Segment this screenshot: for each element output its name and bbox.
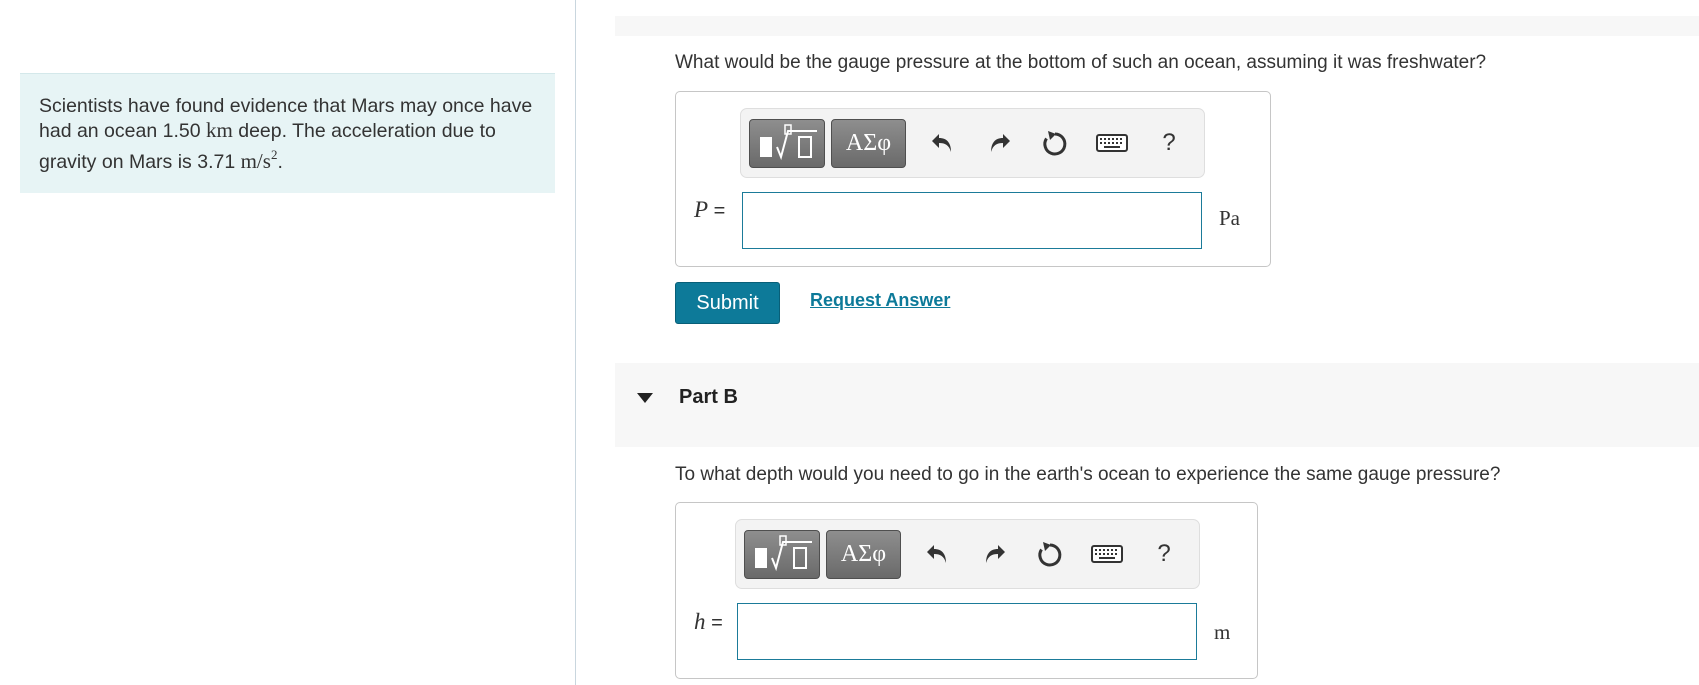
keyboard-icon — [1096, 134, 1128, 152]
part-b-question: To what depth would you need to go in th… — [675, 464, 1501, 485]
reset-icon — [1043, 131, 1067, 156]
problem-text-period: . — [277, 151, 283, 173]
part-b-variable: h — [694, 609, 706, 634]
part-a-math-toolbar: ΑΣφ ? — [740, 108, 1205, 178]
part-a-answer-input[interactable] — [742, 192, 1202, 249]
part-a-variable-label: P = — [694, 197, 725, 223]
templates-sqrt-icon — [755, 535, 812, 572]
gravity-value: 3.71 — [197, 151, 236, 173]
depth-value: 1.50 — [162, 119, 201, 142]
part-a-equals: = — [713, 200, 726, 222]
redo-icon — [991, 134, 1010, 152]
part-b-unit: m — [1214, 620, 1231, 644]
problem-text-line1: Scientists have found evidence that Mars… — [39, 95, 533, 117]
part-b-math-toolbar: ΑΣφ ? — [735, 519, 1200, 589]
redo-button[interactable] — [977, 537, 1011, 571]
panel-divider — [575, 0, 576, 685]
undo-button[interactable] — [921, 537, 955, 571]
part-a-unit: Pa — [1219, 206, 1240, 230]
request-answer-link[interactable]: Request Answer — [810, 290, 950, 311]
undo-button[interactable] — [926, 126, 960, 160]
help-button[interactable]: ? — [1152, 126, 1186, 160]
help-button[interactable]: ? — [1147, 537, 1181, 571]
templates-sqrt-icon — [760, 124, 817, 161]
undo-icon — [932, 134, 951, 152]
part-a-answer-box: ΑΣφ ? P = Pa — [675, 91, 1271, 267]
part-a-header-strip — [615, 16, 1699, 36]
part-b-equals: = — [711, 612, 723, 634]
part-b-answer-box: ΑΣφ ? h = m — [675, 502, 1258, 679]
greek-symbols-button[interactable]: ΑΣφ — [831, 118, 906, 168]
keyboard-button[interactable] — [1092, 126, 1132, 160]
problem-text-line3: gravity on Mars is — [39, 151, 198, 173]
reset-button[interactable] — [1033, 537, 1067, 571]
part-b-title: Part B — [679, 386, 738, 408]
templates-button[interactable] — [744, 529, 820, 579]
keyboard-button[interactable] — [1087, 537, 1127, 571]
problem-text-line2: had an ocean — [39, 119, 163, 142]
part-b-variable-label: h = — [694, 609, 723, 635]
reset-button[interactable] — [1038, 126, 1072, 160]
submit-button[interactable]: Submit — [675, 282, 780, 324]
part-b-answer-input[interactable] — [737, 603, 1197, 660]
depth-unit: km — [205, 117, 233, 142]
greek-symbols-button[interactable]: ΑΣφ — [826, 529, 901, 579]
gravity-unit: m/s — [240, 149, 271, 173]
undo-icon — [927, 545, 946, 563]
caret-down-icon — [637, 393, 653, 403]
part-b-header[interactable]: Part B — [615, 363, 1699, 447]
part-a-variable: P — [694, 197, 709, 222]
templates-button[interactable] — [749, 118, 825, 168]
redo-button[interactable] — [982, 126, 1016, 160]
reset-icon — [1038, 542, 1062, 567]
keyboard-icon — [1091, 545, 1123, 563]
part-a-question: What would be the gauge pressure at the … — [675, 52, 1487, 73]
problem-text-line2-end: deep. The acceleration due to — [232, 119, 496, 142]
redo-icon — [986, 545, 1005, 563]
problem-statement: Scientists have found evidence that Mars… — [20, 73, 555, 193]
